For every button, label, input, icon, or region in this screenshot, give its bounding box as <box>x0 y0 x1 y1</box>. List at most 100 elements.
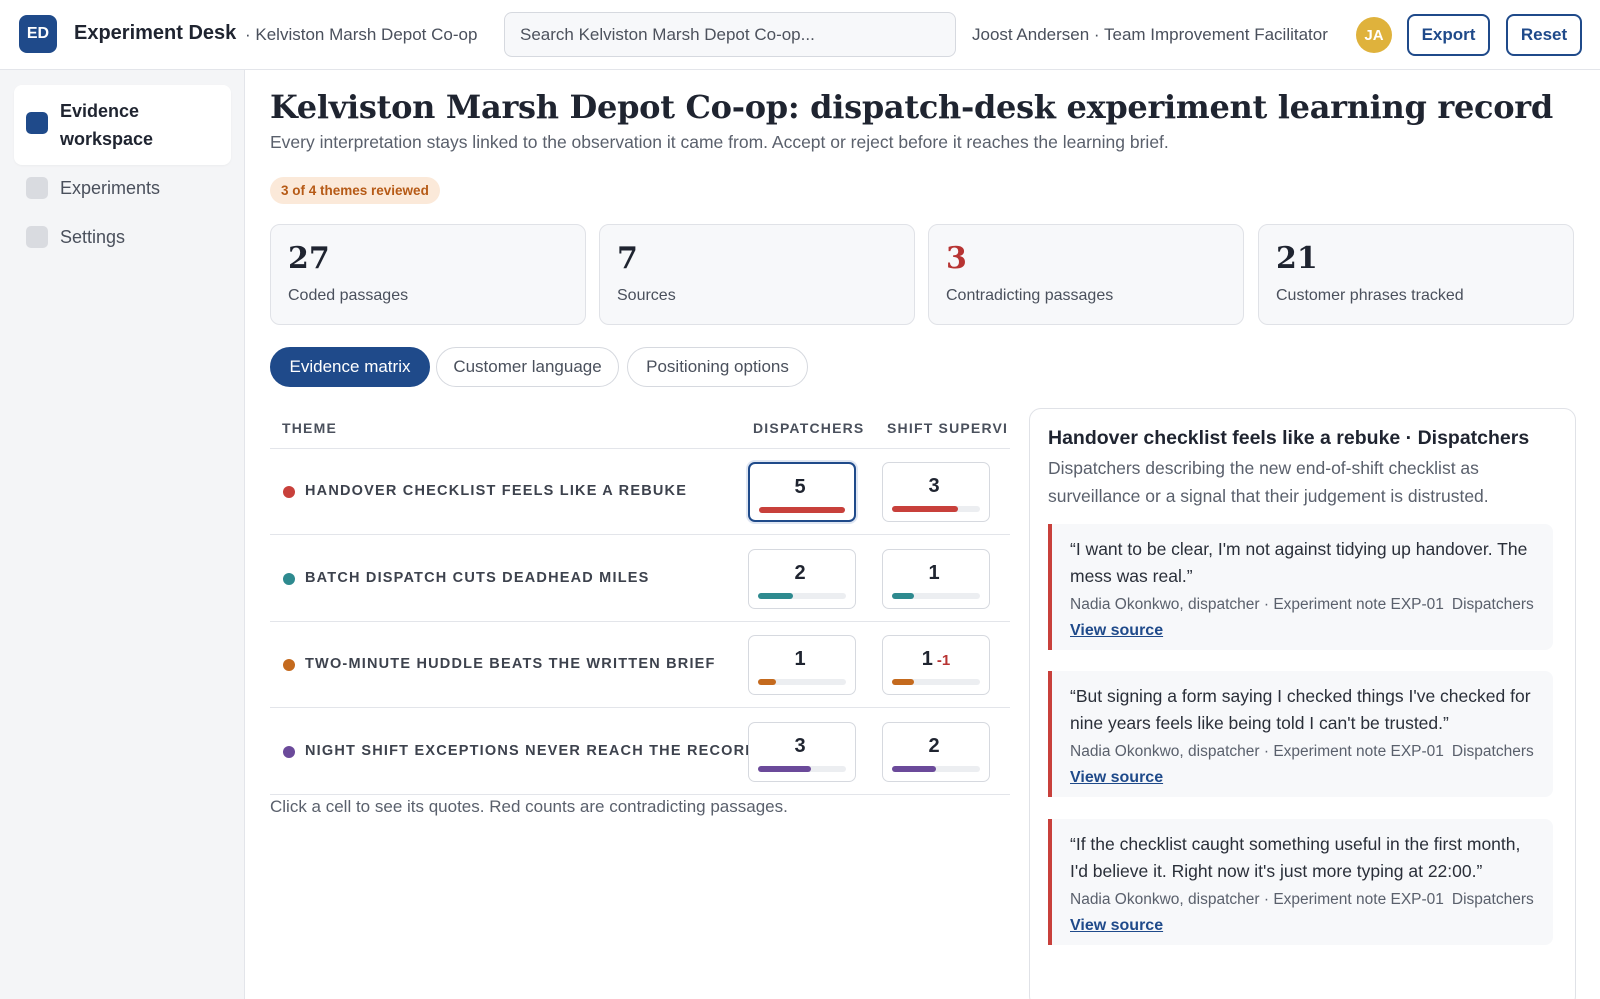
stat-card-contradicting-passages: 3 Contradicting passages <box>928 224 1244 325</box>
matrix-cell[interactable]: 5 <box>748 462 856 522</box>
column-header-shift-supervisors: SHIFT SUPERVI <box>887 420 1009 436</box>
experiments-icon <box>26 177 48 199</box>
cell-count-row: 2 <box>749 562 855 585</box>
reset-button[interactable]: Reset <box>1506 14 1582 56</box>
view-source-link[interactable]: View source <box>1070 622 1163 640</box>
cell-progress-track <box>758 766 846 772</box>
cell-progress-fill <box>758 593 794 599</box>
cell-count-row: 3 <box>749 735 855 758</box>
app-logo[interactable]: ED <box>19 15 57 53</box>
stat-value: 21 <box>1276 241 1318 276</box>
cell-count-row: 2 <box>883 735 989 758</box>
cell-progress-fill <box>758 766 811 772</box>
page-subtitle: Every interpretation stays linked to the… <box>270 132 1169 152</box>
quote-meta: Nadia Okonkwo, dispatcher · Experiment n… <box>1070 743 1539 761</box>
cell-progress-fill <box>892 766 936 772</box>
search-input[interactable] <box>504 12 956 57</box>
cell-progress-fill <box>892 679 914 685</box>
panel-description: Dispatchers describing the new end-of-sh… <box>1048 458 1489 506</box>
matrix-cell[interactable]: 1 -1 <box>882 635 990 695</box>
table-row: HANDOVER CHECKLIST FEELS LIKE A REBUKE 5… <box>270 449 1010 535</box>
table-row: NIGHT SHIFT EXCEPTIONS NEVER REACH THE R… <box>270 709 1010 795</box>
cell-count: 5 <box>794 476 806 498</box>
quote-group: Dispatchers <box>1451 596 1534 613</box>
table-row: BATCH DISPATCH CUTS DEADHEAD MILES 2 1 <box>270 536 1010 622</box>
theme-color-dot <box>283 659 295 671</box>
tab-positioning-options[interactable]: Positioning options <box>627 347 808 387</box>
cell-count: 2 <box>928 735 940 757</box>
cell-count: 1 <box>928 562 940 584</box>
view-source-link[interactable]: View source <box>1070 769 1163 787</box>
sidebar-item-experiments[interactable]: Experiments <box>14 174 231 202</box>
stat-value: 27 <box>288 241 330 276</box>
cell-progress-track <box>892 506 980 512</box>
evidence-matrix: THEME DISPATCHERS SHIFT SUPERVI HANDOVER… <box>270 405 1010 865</box>
column-header-theme: THEME <box>282 420 337 436</box>
tab-evidence-matrix[interactable]: Evidence matrix <box>270 347 430 387</box>
matrix-cell[interactable]: 3 <box>882 462 990 522</box>
sidebar-item-label: Settings <box>60 227 126 247</box>
stat-label: Contradicting passages <box>946 287 1114 304</box>
stat-card-customer-phrases: 21 Customer phrases tracked <box>1258 224 1574 325</box>
review-status-badge: 3 of 4 themes reviewed <box>270 177 440 204</box>
sidebar-item-label: Evidence workspace <box>60 101 154 149</box>
view-source-link[interactable]: View source <box>1070 917 1163 935</box>
contradicting-count: -1 <box>936 652 951 669</box>
cell-count-row: 5 <box>750 476 854 499</box>
sidebar-item-label: Experiments <box>60 178 161 198</box>
matrix-hint: Click a cell to see its quotes. Red coun… <box>270 797 788 816</box>
quote-group: Dispatchers <box>1451 743 1534 760</box>
cell-count-row: 1 <box>749 648 855 671</box>
export-button[interactable]: Export <box>1407 14 1490 56</box>
column-header-dispatchers: DISPATCHERS <box>753 420 865 436</box>
stat-label: Sources <box>617 287 676 304</box>
quote-group: Dispatchers <box>1451 891 1534 908</box>
theme-color-dot <box>283 486 295 498</box>
theme-label: HANDOVER CHECKLIST FEELS LIKE A REBUKE <box>305 483 688 499</box>
cell-progress-track <box>892 679 980 685</box>
evidence-workspace-icon <box>26 112 48 134</box>
app-title: Experiment Desk <box>74 22 237 44</box>
breadcrumb: · Kelviston Marsh Depot Co-op <box>245 25 478 44</box>
sidebar: Evidence workspace Experiments Settings <box>0 70 245 999</box>
settings-icon <box>26 226 48 248</box>
theme-label: BATCH DISPATCH CUTS DEADHEAD MILES <box>305 570 650 586</box>
sidebar-item-evidence-workspace[interactable]: Evidence workspace <box>14 85 231 165</box>
main-content: Kelviston Marsh Depot Co-op: dispatch-de… <box>246 70 1600 999</box>
matrix-cell[interactable]: 2 <box>748 549 856 609</box>
cell-count: 3 <box>794 735 806 757</box>
matrix-cell[interactable]: 1 <box>748 635 856 695</box>
quote-meta: Nadia Okonkwo, dispatcher · Experiment n… <box>1070 596 1539 614</box>
stat-card-sources: 7 Sources <box>599 224 915 325</box>
stat-value: 3 <box>946 241 967 276</box>
quote-card: “But signing a form saying I checked thi… <box>1048 671 1553 797</box>
cell-count-row: 1 <box>883 562 989 585</box>
quote-source: Nadia Okonkwo, dispatcher · Experiment n… <box>1070 743 1444 760</box>
matrix-cell[interactable]: 3 <box>748 722 856 782</box>
cell-progress-track <box>892 593 980 599</box>
quote-meta: Nadia Okonkwo, dispatcher · Experiment n… <box>1070 891 1539 909</box>
matrix-header-row: THEME DISPATCHERS SHIFT SUPERVI <box>270 405 1010 449</box>
top-bar: ED Experiment Desk · Kelviston Marsh Dep… <box>0 0 1600 70</box>
table-row: TWO-MINUTE HUDDLE BEATS THE WRITTEN BRIE… <box>270 622 1010 708</box>
matrix-cell[interactable]: 2 <box>882 722 990 782</box>
quote-detail-panel: Handover checklist feels like a rebuke ·… <box>1029 408 1576 999</box>
theme-label: TWO-MINUTE HUDDLE BEATS THE WRITTEN BRIE… <box>305 656 716 672</box>
matrix-cell[interactable]: 1 <box>882 549 990 609</box>
quote-source: Nadia Okonkwo, dispatcher · Experiment n… <box>1070 596 1444 613</box>
quote-text: “If the checklist caught something usefu… <box>1070 834 1521 881</box>
tab-customer-language[interactable]: Customer language <box>436 347 619 387</box>
cell-count: 1 <box>794 648 806 670</box>
page-title: Kelviston Marsh Depot Co-op: dispatch-de… <box>270 88 1553 126</box>
panel-title: Handover checklist feels like a rebuke ·… <box>1048 427 1530 449</box>
quote-card: “If the checklist caught something usefu… <box>1048 819 1553 945</box>
sidebar-item-settings[interactable]: Settings <box>14 223 231 251</box>
quote-text: “But signing a form saying I checked thi… <box>1070 686 1531 733</box>
cell-count-row: 3 <box>883 475 989 498</box>
cell-progress-fill <box>759 507 845 513</box>
cell-progress-track <box>758 593 846 599</box>
avatar[interactable]: JA <box>1356 17 1392 53</box>
theme-label: NIGHT SHIFT EXCEPTIONS NEVER REACH THE R… <box>305 743 757 759</box>
theme-color-dot <box>283 746 295 758</box>
cell-progress-track <box>758 679 846 685</box>
